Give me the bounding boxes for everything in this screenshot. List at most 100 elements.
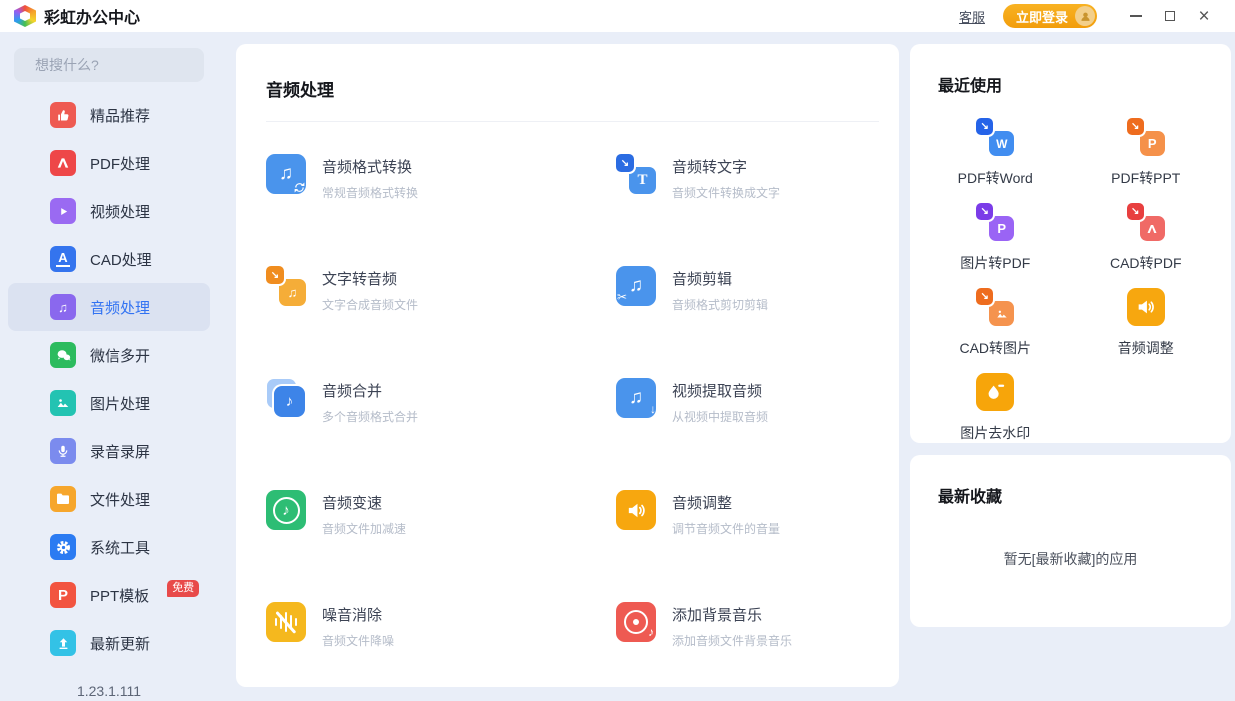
tool-audio-format-convert[interactable]: 音频格式转换 常规音频格式转换 [266, 154, 616, 201]
tool-audio-adjust[interactable]: 音频调整 调节音频文件的音量 [616, 490, 879, 537]
recent-item-watermark-remove[interactable]: 图片去水印 [920, 373, 1071, 443]
sidebar-item-featured[interactable]: 精品推荐 [8, 91, 210, 139]
recent-grid: PDF转Word PDF转PPT 图片转PDF [910, 96, 1231, 443]
sidebar-item-image[interactable]: 图片处理 [8, 379, 210, 427]
recent-item-cad-to-image[interactable]: CAD转图片 [920, 288, 1071, 358]
tool-title: 音频调整 [672, 492, 780, 513]
tool-noise-remove[interactable]: 噪音消除 音频文件降噪 [266, 602, 616, 649]
recent-item-label: 音频调整 [1118, 338, 1174, 358]
music-convert-icon [266, 154, 306, 194]
music-merge-icon [266, 378, 306, 418]
favorites-card: 最新收藏 暂无[最新收藏]的应用 [910, 455, 1231, 627]
recent-item-pdf-to-word[interactable]: PDF转Word [920, 118, 1071, 188]
recent-item-cad-to-pdf[interactable]: CAD转PDF [1071, 203, 1222, 273]
recent-item-pdf-to-ppt[interactable]: PDF转PPT [1071, 118, 1222, 188]
tool-audio-to-text[interactable]: 音频转文字 音频文件转换成文字 [616, 154, 879, 201]
adobe-pdf-icon [50, 150, 76, 176]
login-button[interactable]: 立即登录 [1003, 4, 1097, 28]
thumbs-up-icon [50, 102, 76, 128]
tool-add-bgm[interactable]: 添加背景音乐 添加音频文件背景音乐 [616, 602, 879, 649]
recent-item-image-to-pdf[interactable]: 图片转PDF [920, 203, 1071, 273]
sidebar-item-video[interactable]: 视频处理 [8, 187, 210, 235]
sidebar-item-label: 文件处理 [90, 489, 150, 510]
sidebar-item-ppt[interactable]: PPT模板 免费 [8, 571, 210, 619]
sidebar-item-audio[interactable]: 音频处理 [8, 283, 210, 331]
recent-item-label: PDF转PPT [1111, 168, 1180, 188]
music-note-icon [50, 294, 76, 320]
tool-subtitle: 音频文件加减速 [322, 520, 406, 537]
tool-subtitle: 文字合成音频文件 [322, 296, 418, 313]
tool-title: 音频合并 [322, 380, 418, 401]
recent-item-label: 图片转PDF [960, 253, 1030, 273]
minimize-button[interactable] [1119, 2, 1153, 30]
tool-subtitle: 常规音频格式转换 [322, 184, 418, 201]
sidebar-item-recording[interactable]: 录音录屏 [8, 427, 210, 475]
maximize-icon [1165, 11, 1175, 21]
tool-title: 音频剪辑 [672, 268, 768, 289]
tool-video-extract-audio[interactable]: 视频提取音频 从视频中提取音频 [616, 378, 879, 425]
to-word-icon [976, 118, 1014, 156]
app-version: 1.23.1.111 [0, 683, 218, 699]
sidebar-item-update[interactable]: 最新更新 [8, 619, 210, 667]
sidebar-item-system[interactable]: 系统工具 [8, 523, 210, 571]
tool-subtitle: 音频文件转换成文字 [672, 184, 780, 201]
sidebar-item-wechat[interactable]: 微信多开 [8, 331, 210, 379]
play-icon [50, 198, 76, 224]
titlebar: 彩虹办公中心 客服 立即登录 [0, 0, 1235, 32]
music-speed-icon [266, 490, 306, 530]
tool-subtitle: 添加音频文件背景音乐 [672, 632, 792, 649]
favorites-empty-text: 暂无[最新收藏]的应用 [910, 549, 1231, 569]
search-input[interactable] [35, 57, 216, 73]
close-button[interactable] [1187, 2, 1221, 30]
tool-audio-merge[interactable]: 音频合并 多个音频格式合并 [266, 378, 616, 425]
recent-item-label: CAD转PDF [1110, 253, 1182, 273]
sidebar-item-file[interactable]: 文件处理 [8, 475, 210, 523]
recent-item-audio-adjust[interactable]: 音频调整 [1071, 288, 1222, 358]
sidebar-item-label: 视频处理 [90, 201, 150, 222]
search-box[interactable] [14, 48, 204, 82]
tool-title: 噪音消除 [322, 604, 394, 625]
user-avatar-icon [1075, 6, 1095, 26]
recent-item-label: PDF转Word [958, 168, 1033, 188]
sidebar-item-cad[interactable]: CAD处理 [8, 235, 210, 283]
cad-letter-icon [50, 246, 76, 272]
sidebar-item-pdf[interactable]: PDF处理 [8, 139, 210, 187]
main-panel: 音频处理 音频格式转换 常规音频格式转换 音频转文字 音频文 [236, 44, 899, 687]
tool-subtitle: 音频格式剪切剪辑 [672, 296, 768, 313]
tool-title: 视频提取音频 [672, 380, 768, 401]
speaker-icon [616, 490, 656, 530]
minimize-icon [1130, 15, 1142, 17]
recent-item-label: CAD转图片 [959, 338, 1031, 358]
tool-subtitle: 调节音频文件的音量 [672, 520, 780, 537]
sidebar-item-label: 系统工具 [90, 537, 150, 558]
window-controls [1119, 2, 1221, 30]
customer-service-link[interactable]: 客服 [959, 7, 985, 26]
tool-title: 音频变速 [322, 492, 406, 513]
tool-title: 音频格式转换 [322, 156, 418, 177]
recent-used-card: 最近使用 PDF转Word PDF转PPT [910, 44, 1231, 443]
sidebar-item-label: PPT模板 [90, 585, 149, 606]
sidebar-item-label: 录音录屏 [90, 441, 150, 462]
sidebar-item-label: CAD处理 [90, 249, 152, 270]
tool-audio-cut[interactable]: 音频剪辑 音频格式剪切剪辑 [616, 266, 879, 313]
sidebar-item-label: 微信多开 [90, 345, 150, 366]
noise-cancel-icon [266, 602, 306, 642]
picture-icon [50, 390, 76, 416]
music-extract-icon [616, 378, 656, 418]
maximize-button[interactable] [1153, 2, 1187, 30]
tool-subtitle: 多个音频格式合并 [322, 408, 418, 425]
tool-audio-speed[interactable]: 音频变速 音频文件加减速 [266, 490, 616, 537]
upload-arrow-icon [50, 630, 76, 656]
page-title: 音频处理 [236, 44, 899, 121]
recent-item-label: 图片去水印 [960, 423, 1030, 443]
tool-subtitle: 音频文件降噪 [322, 632, 394, 649]
audio-to-text-icon [616, 154, 656, 194]
recent-used-title: 最近使用 [910, 44, 1231, 96]
tool-grid: 音频格式转换 常规音频格式转换 音频转文字 音频文件转换成文字 [236, 122, 899, 649]
right-column: 最近使用 PDF转Word PDF转PPT [910, 44, 1231, 701]
sidebar-item-label: 最新更新 [90, 633, 150, 654]
tool-text-to-audio[interactable]: 文字转音频 文字合成音频文件 [266, 266, 616, 313]
text-to-audio-icon [266, 266, 306, 306]
folder-icon [50, 486, 76, 512]
sidebar-item-label: 图片处理 [90, 393, 150, 414]
